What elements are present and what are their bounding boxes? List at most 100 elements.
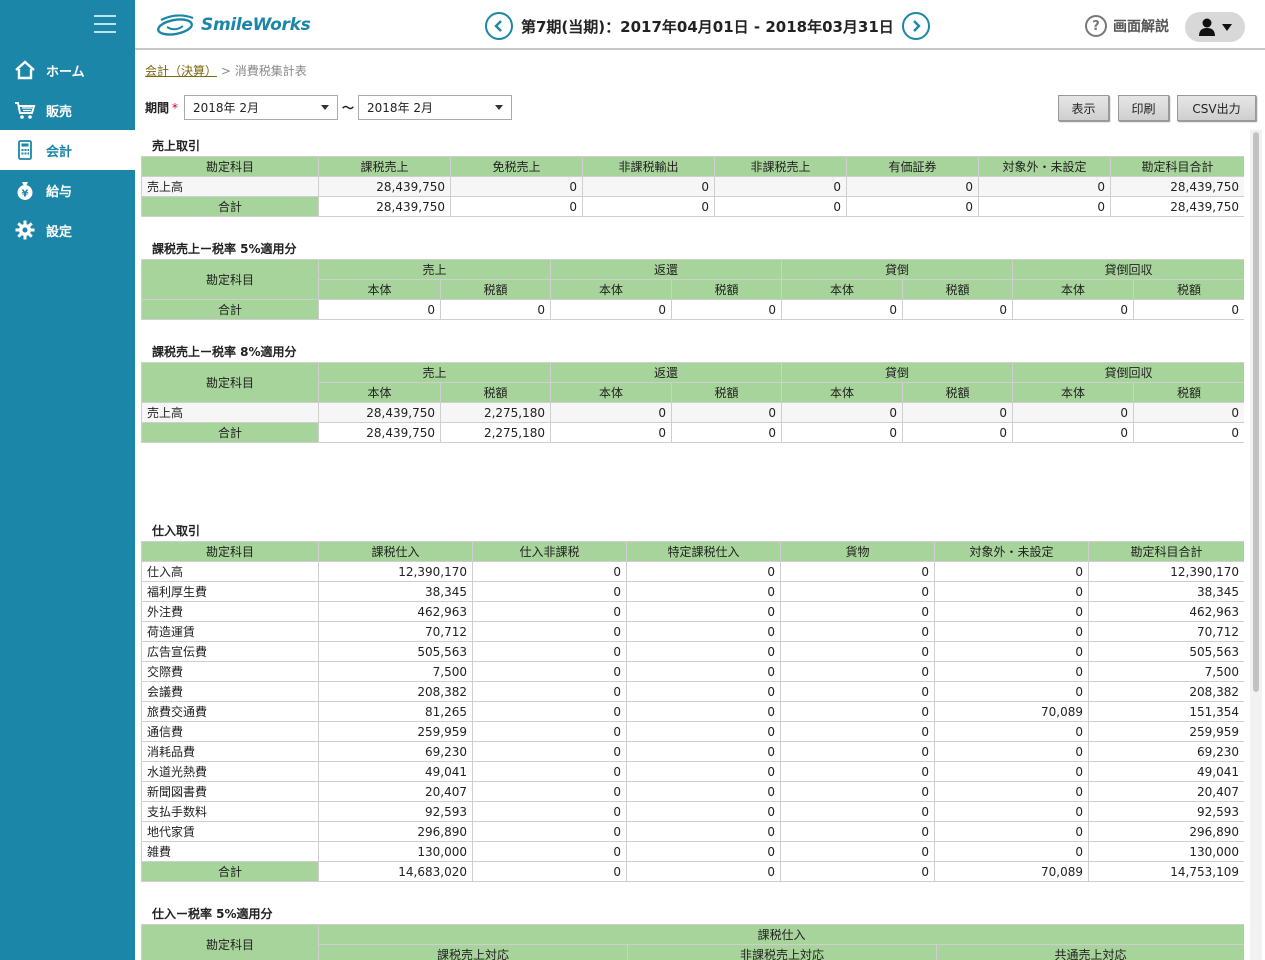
account-name-cell: 消耗品費 bbox=[141, 741, 319, 762]
header-group-cell: 売上 bbox=[317, 259, 552, 280]
period-navigator: 第7期(当期)：2017年04月01日 - 2018年03月31日 bbox=[485, 12, 930, 40]
period-from-select[interactable]: 2018年 2月 bbox=[184, 95, 339, 120]
section-title-sales: 売上取引 bbox=[152, 139, 201, 153]
total-amount-cell: 0 bbox=[550, 422, 673, 443]
amount-cell: 0 bbox=[780, 721, 935, 742]
total-amount-cell: 0 bbox=[902, 299, 1014, 320]
table-row: 福利厚生費 38,345 0 0 0 0 38,345 bbox=[141, 581, 1244, 602]
header-cell: 勘定科目合計 bbox=[1110, 156, 1244, 177]
amount-cell: 0 bbox=[934, 721, 1089, 742]
total-amount-cell: 0 bbox=[472, 861, 627, 882]
subheader-cell: 税額 bbox=[1133, 279, 1244, 300]
amount-cell: 296,890 bbox=[318, 821, 473, 842]
csv-export-button[interactable]: CSV出力 bbox=[1177, 95, 1256, 121]
nav-item-settings[interactable]: 設定 bbox=[0, 210, 135, 250]
period-to-select[interactable]: 2018年 2月 bbox=[358, 95, 513, 120]
account-name-cell: 仕入高 bbox=[141, 561, 319, 582]
nav-item-home[interactable]: ホーム bbox=[0, 50, 135, 90]
total-amount-cell: 0 bbox=[318, 299, 441, 320]
next-period-button[interactable] bbox=[901, 12, 930, 40]
header-cell: 課税売上 bbox=[318, 156, 451, 177]
amount-cell: 0 bbox=[472, 621, 627, 642]
section-title-purchase-5: 仕入ー税率 5%適用分 bbox=[152, 907, 273, 921]
account-name-cell: 雑費 bbox=[141, 841, 319, 862]
amount-cell: 0 bbox=[781, 402, 904, 423]
amount-cell: 0 bbox=[714, 176, 847, 197]
total-amount-cell: 0 bbox=[978, 196, 1111, 217]
amount-cell: 28,439,750 bbox=[318, 176, 451, 197]
account-name-cell: 外注費 bbox=[141, 601, 319, 622]
amount-cell: 20,407 bbox=[1088, 781, 1244, 802]
total-amount-cell: 28,439,750 bbox=[318, 422, 441, 443]
total-amount-cell: 0 bbox=[450, 196, 583, 217]
nav-item-accounting[interactable]: 会計 bbox=[0, 130, 135, 170]
header-cell: 勘定科目合計 bbox=[1088, 541, 1244, 562]
table-row: 荷造運賃 70,712 0 0 0 0 70,712 bbox=[141, 621, 1244, 642]
account-name-cell: 交際費 bbox=[141, 661, 319, 682]
header-cell: 有価証券 bbox=[846, 156, 979, 177]
vertical-scrollbar[interactable] bbox=[1250, 130, 1262, 960]
amount-cell: 0 bbox=[780, 801, 935, 822]
header-cell: 勘定科目 bbox=[141, 156, 319, 177]
total-amount-cell: 0 bbox=[671, 422, 783, 443]
account-name-cell: 新聞図書費 bbox=[141, 781, 319, 802]
subheader-cell: 共通売上対応 bbox=[936, 944, 1244, 960]
print-button[interactable]: 印刷 bbox=[1118, 95, 1169, 121]
amount-cell: 0 bbox=[626, 661, 781, 682]
breadcrumb-link-accounting[interactable]: 会計（決算） bbox=[145, 64, 217, 78]
amount-cell: 7,500 bbox=[318, 661, 473, 682]
nav-item-payroll[interactable]: ¥ 給与 bbox=[0, 170, 135, 210]
scrollbar-thumb[interactable] bbox=[1253, 132, 1259, 692]
chevron-left-icon bbox=[494, 20, 502, 32]
account-name-cell: 福利厚生費 bbox=[141, 581, 319, 602]
amount-cell: 0 bbox=[934, 661, 1089, 682]
section-title-purchase: 仕入取引 bbox=[152, 524, 201, 538]
sidebar: ホーム 販売 会計 ¥ 給与 設定 bbox=[0, 0, 135, 960]
period-filter: 期間 * 2018年 2月 〜 2018年 2月 bbox=[145, 95, 513, 120]
amount-cell: 0 bbox=[626, 641, 781, 662]
subheader-cell: 本体 bbox=[318, 279, 441, 300]
total-amount-cell: 2,275,180 bbox=[439, 422, 552, 443]
amount-cell: 12,390,170 bbox=[1088, 561, 1244, 582]
sales-8-table: 勘定科目 売上 返還 貸倒 貸倒回収 本体 税額 本体 税額 本体 税額 本体 税額 売上高 28,439… bbox=[141, 362, 1244, 443]
help-button[interactable]: ? 画面解説 bbox=[1085, 15, 1169, 37]
header-group-cell: 貸倒回収 bbox=[1012, 362, 1244, 383]
table-row: 支払手数料 92,593 0 0 0 0 92,593 bbox=[141, 801, 1244, 822]
section-title-sales-5: 課税売上ー税率 5%適用分 bbox=[152, 242, 297, 256]
header-group-cell: 貸倒回収 bbox=[1012, 259, 1244, 280]
amount-cell: 38,345 bbox=[318, 581, 473, 602]
period-label: 期間 bbox=[145, 101, 170, 115]
header-cell: 貨物 bbox=[780, 541, 935, 562]
amount-cell: 0 bbox=[934, 821, 1089, 842]
amount-cell: 70,712 bbox=[1088, 621, 1244, 642]
nav-item-sales[interactable]: 販売 bbox=[0, 90, 135, 130]
smileworks-logo-icon bbox=[157, 14, 194, 36]
amount-cell: 0 bbox=[780, 781, 935, 802]
menu-icon[interactable] bbox=[94, 15, 116, 33]
amount-cell: 0 bbox=[626, 801, 781, 822]
previous-period-button[interactable] bbox=[485, 12, 513, 40]
amount-cell: 7,500 bbox=[1088, 661, 1244, 682]
subheader-cell: 税額 bbox=[439, 382, 552, 403]
logo[interactable]: SmileWorks bbox=[155, 12, 311, 38]
amount-cell: 0 bbox=[472, 641, 627, 662]
sales-5-table: 勘定科目 売上 返還 貸倒 貸倒回収 本体 税額 本体 税額 本体 税額 本体 税額 合計 0 0 0 0 0 0 0… bbox=[141, 259, 1244, 320]
amount-cell: 0 bbox=[550, 402, 673, 423]
header-cell: 免税売上 bbox=[450, 156, 583, 177]
subheader-cell: 本体 bbox=[550, 279, 673, 300]
user-menu-button[interactable] bbox=[1185, 12, 1245, 42]
total-row: 合計 0 0 0 0 0 0 0 0 bbox=[141, 299, 1244, 320]
show-button[interactable]: 表示 bbox=[1058, 95, 1109, 121]
table-row: 新聞図書費 20,407 0 0 0 0 20,407 bbox=[141, 781, 1244, 802]
amount-cell: 0 bbox=[626, 701, 781, 722]
amount-cell: 462,963 bbox=[1088, 601, 1244, 622]
header-group-cell: 返還 bbox=[550, 259, 783, 280]
subheader-cell: 本体 bbox=[781, 279, 904, 300]
purchase-table: 勘定科目 課税仕入 仕入非課税 特定課税仕入 貨物 対象外・未設定 勘定科目合計 仕入高 12… bbox=[141, 541, 1244, 882]
amount-cell: 0 bbox=[472, 701, 627, 722]
total-amount-cell: 0 bbox=[1133, 422, 1244, 443]
total-amount-cell: 14,753,109 bbox=[1088, 861, 1244, 882]
logo-text: SmileWorks bbox=[201, 15, 311, 35]
total-amount-cell: 0 bbox=[781, 299, 904, 320]
amount-cell: 0 bbox=[671, 402, 783, 423]
